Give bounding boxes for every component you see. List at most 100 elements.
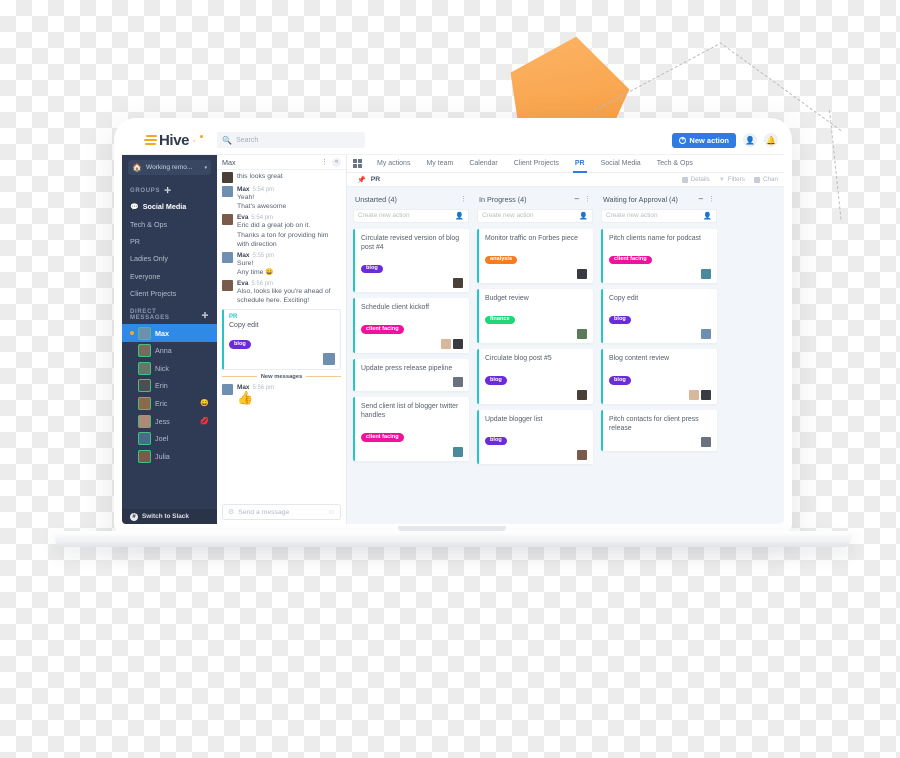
action-card[interactable]: Send client list of blogger twitter hand… [353,396,469,461]
new-action-label: New action [689,135,729,145]
sidebar-item-tech-ops[interactable]: Tech & Ops [122,215,217,232]
avatar [138,326,151,340]
dm-item-joel[interactable]: Joel [122,430,217,448]
dm-name: Jess [155,416,170,426]
chat-embedded-action-card[interactable]: PR Copy edit blog [222,308,341,370]
details-icon [681,176,688,183]
avatar [222,383,233,395]
chat-message: Max 5:54 pm Yeah! That's awesome [222,186,341,211]
chat-bubble-icon: 💬 [130,203,139,211]
tab-tech-ops[interactable]: Tech & Ops [649,155,701,173]
dm-item-erin[interactable]: Erin [122,377,217,395]
invite-person-icon[interactable]: 👤 [743,133,757,147]
tab-client-projects[interactable]: Client Projects [506,155,567,173]
dm-item-eric[interactable]: Eric 😄 [122,395,217,413]
emoji-icon[interactable]: ☺ [328,509,335,516]
sidebar-item-ladies-only[interactable]: Ladies Only [122,250,217,267]
sidebar-item-client-projects[interactable]: Client Projects [122,285,217,302]
search-input[interactable]: 🔍 Search [217,132,366,148]
action-card[interactable]: Pitch contacts for client press release [601,409,717,452]
action-card[interactable]: Schedule client kickoff client facing [353,298,469,353]
action-card[interactable]: Update press release pipeline [353,358,469,391]
add-attachment-icon[interactable]: ⚙ [228,508,234,516]
tab-my-team[interactable]: My team [418,155,461,173]
avatar [453,338,463,349]
add-dm-icon[interactable]: ✛ [202,311,209,320]
board-subbar: 📌 PR Details ▼ Filters Chan [347,173,784,187]
tab-social-media[interactable]: Social Media [593,155,649,173]
tab-my-actions[interactable]: My actions [369,155,418,173]
message-time: 5:56 pm [252,384,275,391]
grid-view-icon[interactable] [353,159,362,168]
sidebar-item-pr[interactable]: PR [122,233,217,250]
column-more-options-icon[interactable]: ⋮ [708,196,715,203]
filters-button[interactable]: ▼ Filters [719,176,745,183]
collapse-column-icon[interactable]: ━ [575,196,579,203]
column-more-options-icon[interactable]: ⋮ [460,196,467,203]
group-label: Tech & Ops [130,219,168,229]
add-group-icon[interactable]: ✛ [164,186,171,195]
action-card[interactable]: Circulate revised version of blog post #… [353,228,469,293]
pin-icon[interactable]: 📌 [357,176,366,184]
app-header: Hive · 🔍 Search + New action 👤 🔔 [122,126,784,155]
action-card-title: Update blogger list [485,415,543,423]
chat-message: Eva 5:56 pm Also, looks like you're ahead … [222,280,341,305]
message-text: Yeah! [237,194,255,201]
assign-person-icon[interactable]: 👤 [703,212,712,220]
action-card[interactable]: Update blogger list blog [477,409,593,464]
groups-header-label: GROUPS [130,187,161,194]
assign-person-icon[interactable]: 👤 [455,212,464,220]
dm-item-julia[interactable]: Julia [122,447,217,465]
notification-bell-icon[interactable]: 🔔 [764,133,778,147]
action-card[interactable]: Pitch clients name for podcast client fac… [601,228,717,284]
user-status-selector[interactable]: 🏠 Working remo... ▾ [128,160,211,175]
create-new-action-input[interactable]: Create new action 👤 [477,208,593,223]
tab-calendar[interactable]: Calendar [461,155,505,173]
action-card-title: Blog content review [609,355,670,363]
dm-header-label: DIRECT MESSAGES [130,309,170,322]
action-card[interactable]: Budget review finance [477,289,593,344]
composer-placeholder: Send a message [238,508,290,516]
hive-logo[interactable]: Hive · [144,132,204,149]
message-author: Eva [237,214,249,222]
action-card-tag: blog [609,315,631,325]
avatar [138,361,151,375]
switch-to-slack-button[interactable]: # Switch to Slack [122,509,217,524]
sidebar-item-everyone[interactable]: Everyone [122,268,217,285]
dm-name: Max [155,328,169,338]
collapse-column-icon[interactable]: ━ [699,196,703,203]
action-card-title: Update press release pipeline [361,364,453,372]
chat-message: Max 5:56 pm 👍 [222,383,341,405]
collapse-chat-icon[interactable]: « [332,157,341,167]
avatar [222,186,233,197]
channels-button[interactable]: Chan [753,176,778,183]
details-button[interactable]: Details [681,176,710,183]
dm-name: Anna [155,346,172,356]
switch-to-slack-label: Switch to Slack [142,513,189,520]
action-card-title: Circulate blog post #5 [485,355,552,363]
action-card[interactable]: Blog content review blog [601,349,717,404]
dm-item-jess[interactable]: Jess 💋 [122,412,217,430]
message-composer[interactable]: ⚙ Send a message ☺ [222,504,341,520]
action-card[interactable]: Monitor traffic on Forbes piece analysis [477,228,593,284]
column-more-options-icon[interactable]: ⋮ [584,196,591,203]
laptop-base [54,531,852,547]
chat-more-options-icon[interactable]: ⋮ [321,159,328,166]
new-action-button[interactable]: + New action [672,132,736,148]
tab-pr[interactable]: PR [567,155,593,173]
create-new-action-input[interactable]: Create new action 👤 [601,208,717,223]
chat-message: Max 5:55 pm Sure! Any time 😄 [222,251,341,277]
message-time: 5:54 pm [252,187,275,193]
dm-item-anna[interactable]: Anna [122,342,217,360]
dm-item-nick[interactable]: Nick [122,359,217,377]
action-card-title: Circulate revised version of blog post #… [361,234,460,252]
action-card[interactable]: Circulate blog post #5 blog [477,349,593,404]
action-card[interactable]: Copy edit blog [601,289,717,344]
avatar [138,432,151,446]
avatar [701,269,711,280]
create-new-action-input[interactable]: Create new action 👤 [353,208,469,223]
dm-item-max[interactable]: Max [122,324,217,342]
assign-person-icon[interactable]: 👤 [579,212,588,220]
sidebar-item-social-media[interactable]: 💬 Social Media [122,198,217,215]
board-subbar-actions: Details ▼ Filters Chan [681,176,778,183]
